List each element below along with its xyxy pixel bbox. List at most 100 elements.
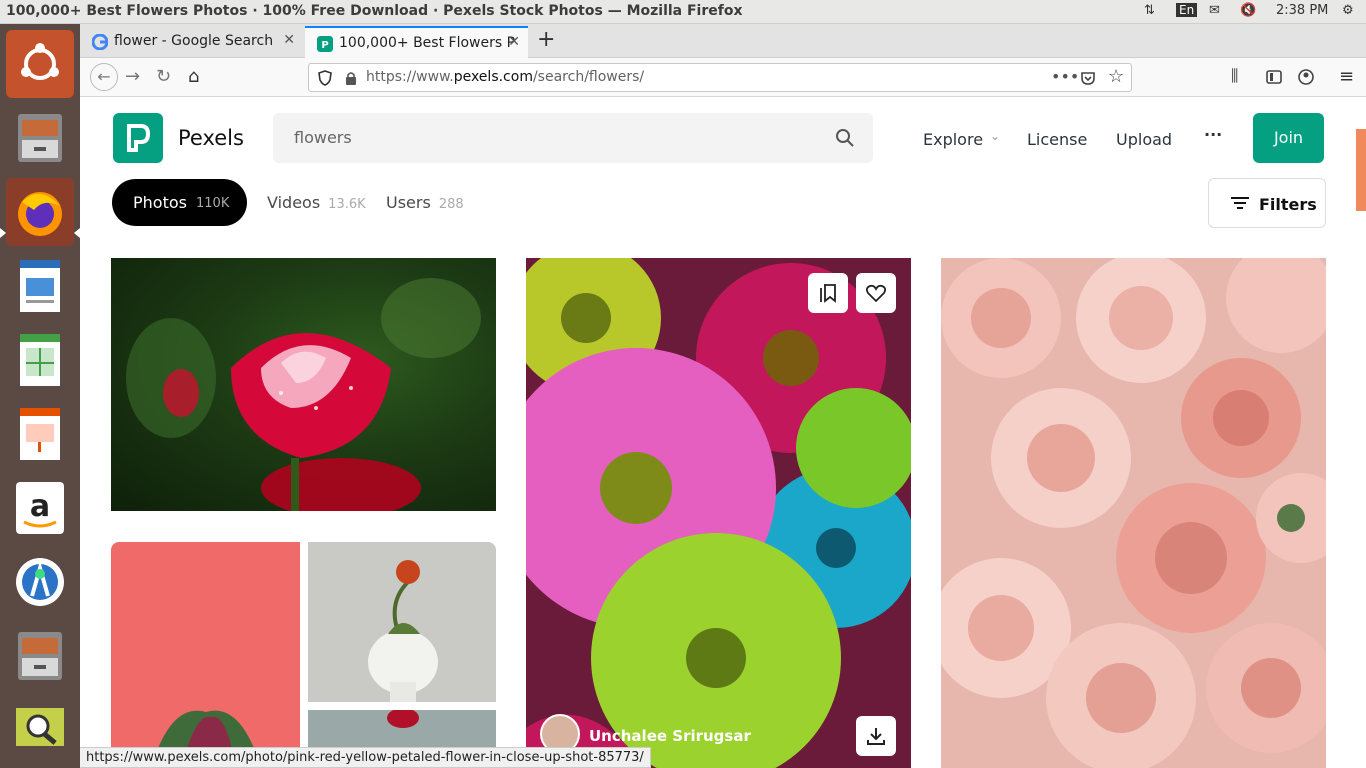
pexels-logo-icon	[127, 124, 151, 152]
heart-icon	[866, 284, 886, 302]
firefox-button[interactable]	[6, 178, 74, 246]
bookmark-star-icon[interactable]: ☆	[1108, 66, 1124, 87]
lime-daisy-right	[796, 388, 911, 508]
tab-label: flower - Google Search	[114, 33, 274, 49]
pocket-icon[interactable]	[1080, 70, 1096, 86]
filters-label: Filters	[1259, 195, 1317, 214]
svg-text:P: P	[321, 40, 328, 51]
page-actions-icon[interactable]: •••	[1051, 67, 1079, 86]
amazon-icon: a	[16, 482, 64, 534]
close-tab-icon[interactable]: ✕	[283, 32, 295, 48]
page-scrollbar-thumb[interactable]	[1356, 129, 1366, 211]
calc-button[interactable]	[6, 326, 74, 394]
status-bar-link: https://www.pexels.com/photo/pink-red-ye…	[80, 747, 651, 768]
photo-colorful-daisies[interactable]: Unchalee Srirugsar	[526, 258, 911, 768]
window-title: 100,000+ Best Flowers Photos · 100% Free…	[6, 3, 743, 19]
google-icon	[92, 34, 108, 50]
tab-users-count: 288	[438, 197, 464, 212]
download-button[interactable]	[856, 716, 896, 756]
bust-image	[368, 560, 438, 702]
browser-nav-bar: ← → ↻ ⌂ https://www.pexels.com/search/fl…	[80, 58, 1366, 97]
tab-google-search[interactable]: flower - Google Search ✕	[80, 26, 303, 58]
filters-button[interactable]: Filters	[1208, 178, 1326, 228]
protea-image	[151, 710, 261, 768]
collect-button[interactable]	[808, 273, 848, 313]
android-studio-icon	[16, 558, 64, 606]
account-icon[interactable]	[1298, 69, 1314, 85]
document-icon	[20, 260, 60, 312]
volume-muted-icon[interactable]: 🔇	[1240, 3, 1256, 18]
nav-explore[interactable]: Explore	[923, 130, 983, 149]
tab-videos-count: 13.6K	[328, 197, 366, 212]
android-studio-button[interactable]	[6, 548, 74, 616]
url-path: /search/flowers/	[532, 69, 645, 85]
files-2-button[interactable]	[6, 622, 74, 690]
files-button[interactable]	[6, 104, 74, 172]
nav-license[interactable]: License	[1027, 130, 1087, 149]
photo-red-rose[interactable]	[111, 258, 496, 511]
ubuntu-dash-button[interactable]	[6, 30, 74, 98]
url-domain: pexels.com	[453, 69, 533, 85]
tab-videos[interactable]: Videos 13.6K	[267, 193, 366, 212]
magnifier-icon	[16, 708, 64, 746]
more-icon[interactable]: ···	[1204, 125, 1222, 144]
photographer-name[interactable]: Unchalee Srirugsar	[589, 727, 751, 745]
ranunculus-image	[941, 258, 1326, 768]
ubuntu-logo-icon	[21, 43, 59, 80]
tab-label: 100,000+ Best Flowers P	[339, 35, 516, 51]
lock-icon[interactable]	[345, 71, 357, 85]
download-icon	[867, 728, 885, 745]
url-bar[interactable]: https://www.pexels.com/search/flowers/ •…	[308, 63, 1132, 92]
nav-upload[interactable]: Upload	[1116, 130, 1172, 149]
settings-gear-icon[interactable]: ⚙	[1342, 3, 1354, 18]
tab-photos-label: Photos	[133, 193, 187, 212]
svg-text:a: a	[30, 489, 50, 524]
new-tab-icon[interactable]: +	[537, 27, 555, 52]
daisies-image	[526, 258, 911, 768]
tab-videos-label: Videos	[267, 193, 321, 212]
image-viewer-button[interactable]	[6, 696, 74, 764]
home-icon[interactable]: ⌂	[188, 66, 199, 87]
reload-icon[interactable]: ↻	[156, 66, 171, 87]
active-indicator-left	[0, 228, 6, 238]
library-icon[interactable]: ⫼	[1231, 66, 1238, 86]
mail-icon[interactable]: ✉	[1209, 3, 1220, 18]
network-icon[interactable]: ⇅	[1144, 3, 1155, 18]
search-icon[interactable]	[836, 129, 854, 147]
amazon-button[interactable]: a	[6, 474, 74, 542]
join-button[interactable]: Join	[1253, 113, 1324, 163]
pexels-logo[interactable]	[113, 113, 163, 163]
keyboard-layout[interactable]: En	[1176, 3, 1198, 17]
tab-pexels[interactable]: P 100,000+ Best Flowers P ✕	[305, 26, 528, 58]
file-cabinet-icon	[18, 632, 62, 680]
chevron-down-icon[interactable]: ⌄	[990, 129, 1000, 143]
back-icon[interactable]: ←	[90, 63, 118, 91]
forward-icon[interactable]: →	[125, 66, 140, 87]
clock[interactable]: 2:38 PM	[1276, 3, 1328, 18]
brand-name[interactable]: Pexels	[178, 126, 244, 150]
tab-users-label: Users	[386, 193, 431, 212]
tab-photos[interactable]: Photos 110K	[112, 179, 247, 226]
tab-photos-count: 110K	[196, 196, 230, 211]
photo-bust-flower[interactable]	[308, 542, 496, 702]
close-tab-icon[interactable]: ✕	[508, 34, 520, 50]
filter-icon	[1231, 197, 1249, 209]
rose-image	[126, 278, 481, 511]
menu-icon[interactable]: ≡	[1339, 66, 1354, 87]
photo-pink-ranunculus[interactable]	[941, 258, 1326, 768]
photo-protea-red[interactable]	[111, 542, 300, 768]
like-button[interactable]	[856, 273, 896, 313]
tab-users[interactable]: Users 288	[386, 193, 464, 212]
browser-tab-strip: flower - Google Search ✕ P 100,000+ Best…	[80, 24, 1366, 58]
writer-button[interactable]	[6, 252, 74, 320]
tracking-shield-icon[interactable]	[318, 70, 332, 86]
impress-button[interactable]	[6, 400, 74, 468]
launcher: a	[0, 24, 80, 768]
sidebar-icon[interactable]	[1266, 70, 1282, 84]
file-cabinet-icon	[18, 114, 62, 162]
spreadsheet-icon	[20, 334, 60, 386]
search-field[interactable]: flowers	[273, 113, 873, 163]
pexels-favicon-icon: P	[317, 36, 333, 52]
firefox-icon	[18, 192, 62, 236]
search-input[interactable]: flowers	[294, 128, 352, 147]
